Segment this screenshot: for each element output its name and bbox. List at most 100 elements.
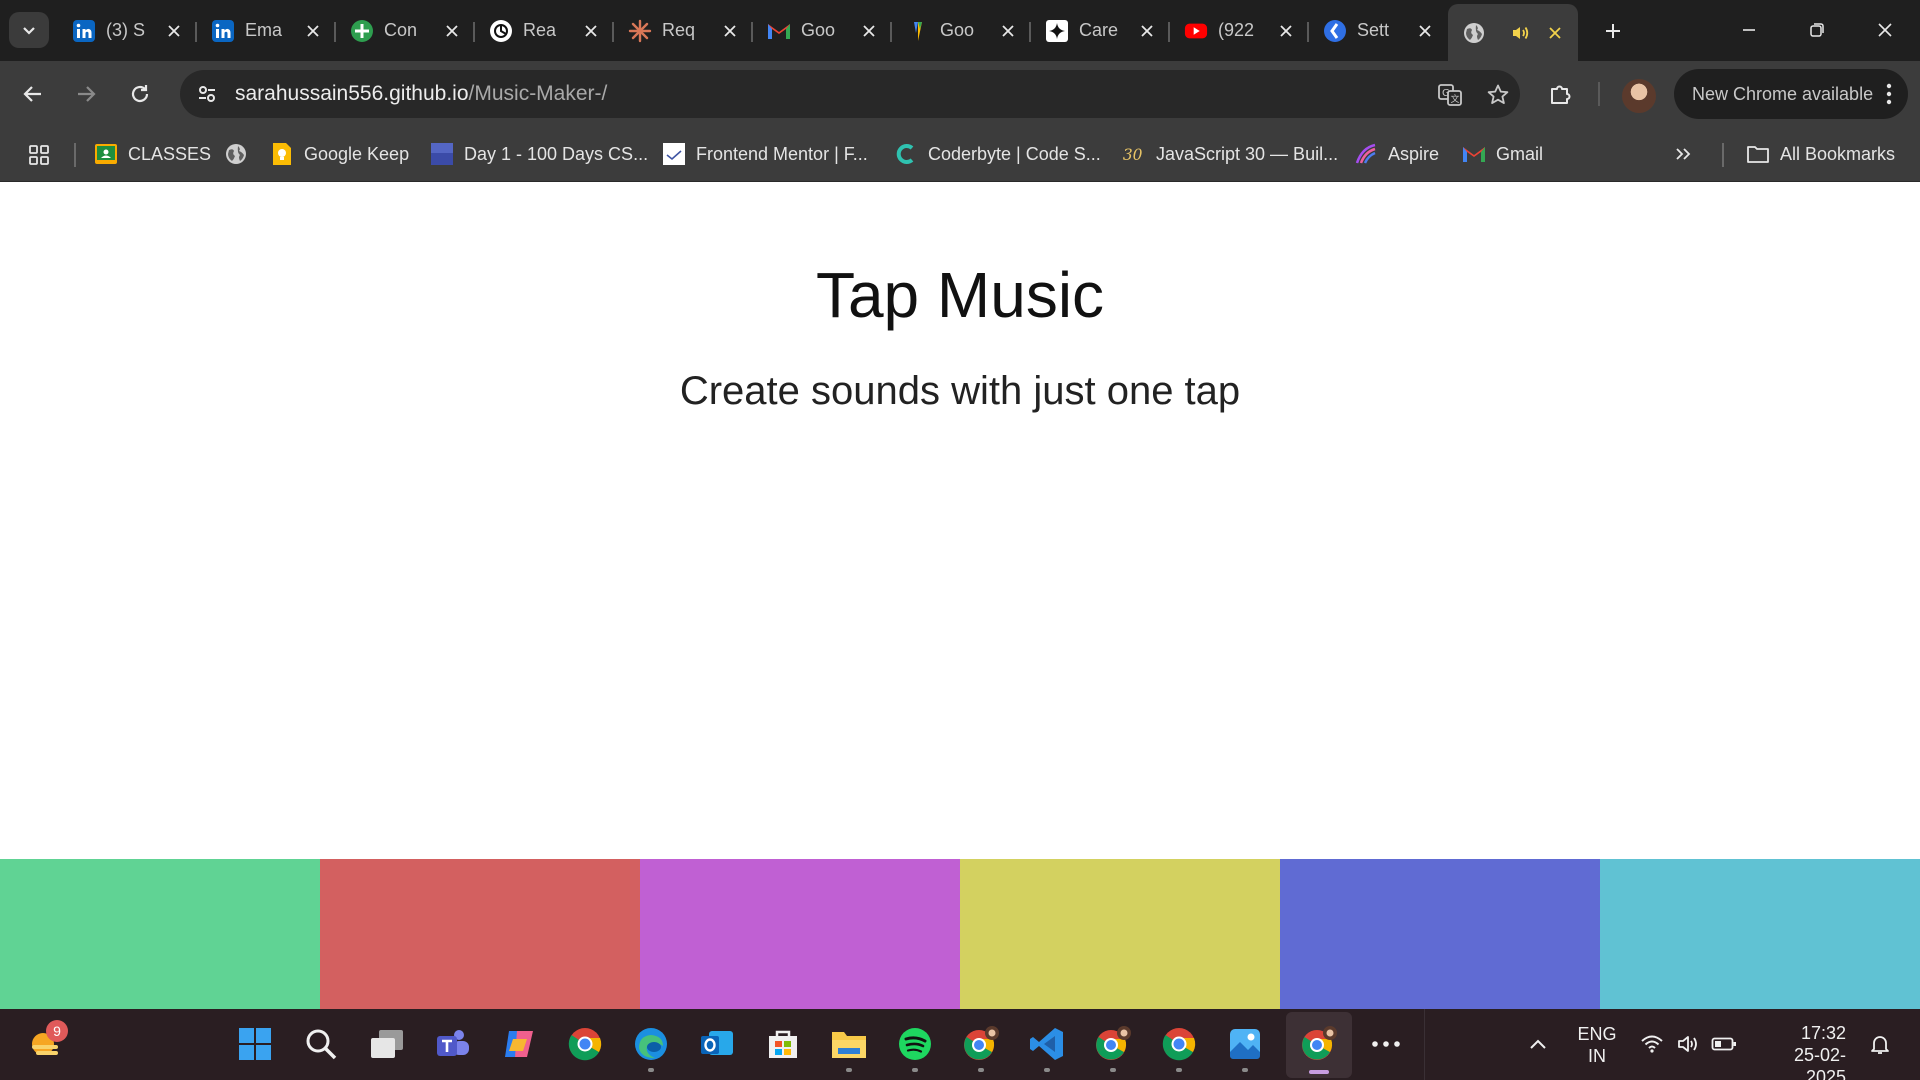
tune-icon	[199, 86, 215, 102]
close-tab-icon[interactable]	[1136, 20, 1158, 42]
web-page: Tap Music Create sounds with just one ta…	[0, 182, 1920, 1009]
tab[interactable]: Goo	[892, 4, 1031, 57]
tab[interactable]: (922	[1170, 4, 1309, 57]
taskbar-task-view[interactable]	[365, 1022, 409, 1066]
restore-button[interactable]	[1792, 10, 1842, 50]
bookmark-item[interactable]: Day 1 - 100 Days CS...	[430, 139, 648, 169]
sound-pad-4[interactable]	[960, 859, 1280, 1009]
speaker-icon	[1678, 1036, 1697, 1052]
gmail-icon	[767, 19, 791, 43]
sound-pad-5[interactable]	[1280, 859, 1600, 1009]
frontend-mentor-icon	[662, 142, 686, 166]
taskbar-chrome-profile[interactable]	[959, 1022, 1003, 1072]
taskbar-chrome[interactable]	[1157, 1022, 1201, 1072]
address-bar[interactable]: sarahussain556.github.io/Music-Maker-/ G…	[180, 70, 1520, 118]
taskbar-vscode[interactable]	[1025, 1022, 1069, 1072]
close-tab-icon[interactable]	[1275, 20, 1297, 42]
apps-button[interactable]	[24, 140, 54, 170]
url-text[interactable]: sarahussain556.github.io/Music-Maker-/	[235, 82, 607, 106]
close-tab-icon[interactable]	[858, 20, 880, 42]
reload-icon	[131, 85, 149, 103]
notifications-button[interactable]	[1858, 1022, 1902, 1066]
extensions-button[interactable]	[1540, 74, 1580, 114]
site-info-button[interactable]	[192, 79, 222, 109]
minimize-button[interactable]	[1724, 10, 1774, 50]
all-bookmarks-button[interactable]: All Bookmarks	[1746, 139, 1895, 169]
close-tab-icon[interactable]	[302, 20, 324, 42]
bookmark-item[interactable]: Gmail	[1462, 139, 1543, 169]
taskbar-chrome-profile[interactable]	[1091, 1022, 1135, 1072]
bookmark-label: CLASSES	[128, 143, 212, 164]
audio-playing-icon[interactable]	[1510, 22, 1532, 44]
translate-button[interactable]: G文	[1435, 80, 1465, 110]
chrome-icon	[567, 1026, 603, 1062]
tab[interactable]: (3) S	[58, 4, 197, 57]
bookmark-item[interactable]	[224, 139, 248, 169]
tab[interactable]: Con	[336, 4, 475, 57]
chrome-profile-icon	[1300, 1025, 1338, 1063]
language-indicator[interactable]: ENG IN	[1572, 1023, 1622, 1067]
close-tab-icon[interactable]	[1544, 22, 1566, 44]
taskbar-outlook[interactable]	[695, 1022, 739, 1066]
bookmark-item[interactable]: Google Keep	[270, 139, 409, 169]
forward-button[interactable]	[66, 74, 106, 114]
taskbar-chrome-profile[interactable]	[1297, 1022, 1341, 1074]
taskbar-windows-start[interactable]	[233, 1022, 277, 1066]
close-tab-icon[interactable]	[163, 20, 185, 42]
linkedin-icon	[72, 19, 96, 43]
bookmark-item[interactable]: Frontend Mentor | F...	[662, 139, 868, 169]
bookmark-item[interactable]: Coderbyte | Code S...	[894, 139, 1101, 169]
bookmark-label: Frontend Mentor | F...	[696, 143, 868, 164]
bookmark-item[interactable]: CLASSES	[94, 139, 211, 169]
star-icon	[1487, 84, 1509, 104]
sound-pad-2[interactable]	[320, 859, 640, 1009]
close-tab-icon[interactable]	[1414, 20, 1436, 42]
close-tab-icon[interactable]	[719, 20, 741, 42]
tab-search-button[interactable]	[9, 12, 49, 48]
tab[interactable]: Care	[1031, 4, 1170, 57]
reload-button[interactable]	[120, 74, 160, 114]
close-tab-icon[interactable]	[997, 20, 1019, 42]
taskbar-chrome[interactable]	[563, 1022, 607, 1066]
chevron-down-icon	[23, 27, 35, 35]
tab[interactable]: Req	[614, 4, 753, 57]
profile-avatar[interactable]	[1622, 79, 1656, 113]
tab[interactable]: Goo	[753, 4, 892, 57]
vscode-icon	[1029, 1026, 1065, 1062]
taskbar-search[interactable]	[299, 1022, 343, 1066]
taskbar-file-explorer[interactable]	[827, 1022, 871, 1072]
taskbar-teams[interactable]	[431, 1022, 475, 1066]
tab[interactable]: Ema	[197, 4, 336, 57]
bookmark-item[interactable]: 30 JavaScript 30 — Buil...	[1122, 139, 1338, 169]
new-tab-button[interactable]	[1598, 16, 1628, 46]
update-chrome-button[interactable]: New Chrome available	[1674, 69, 1908, 119]
taskbar-copilot[interactable]	[497, 1022, 541, 1066]
bookmark-item[interactable]: Aspire	[1354, 139, 1439, 169]
youtube-icon	[1184, 19, 1208, 43]
bookmarks-overflow-button[interactable]	[1674, 139, 1692, 169]
tab-active[interactable]	[1448, 4, 1578, 61]
bookmark-label: JavaScript 30 — Buil...	[1156, 143, 1339, 164]
globe-icon	[224, 142, 248, 166]
sound-pad-6[interactable]	[1600, 859, 1920, 1009]
taskbar-more[interactable]	[1364, 1022, 1408, 1066]
taskbar-photos[interactable]	[1223, 1022, 1267, 1072]
sound-pad-3[interactable]	[640, 859, 960, 1009]
taskbar-store[interactable]	[761, 1022, 805, 1066]
clock[interactable]: 17:32 25-02-2025	[1756, 1022, 1846, 1080]
tab[interactable]: Rea	[475, 4, 614, 57]
taskbar-edge[interactable]	[629, 1022, 673, 1072]
tab[interactable]: Sett	[1309, 4, 1448, 57]
back-button[interactable]	[13, 74, 53, 114]
taskbar-spotify[interactable]	[893, 1022, 937, 1072]
close-tab-icon[interactable]	[441, 20, 463, 42]
show-hidden-icons-button[interactable]	[1516, 1022, 1560, 1066]
bookmark-star-button[interactable]	[1483, 80, 1513, 110]
close-tab-icon[interactable]	[580, 20, 602, 42]
sound-pads	[0, 859, 1920, 1009]
close-window-button[interactable]	[1860, 10, 1910, 50]
sound-pad-1[interactable]	[0, 859, 320, 1009]
chrome-profile-icon	[1094, 1025, 1132, 1063]
running-indicator	[648, 1068, 654, 1072]
battery-button[interactable]	[1702, 1022, 1746, 1066]
